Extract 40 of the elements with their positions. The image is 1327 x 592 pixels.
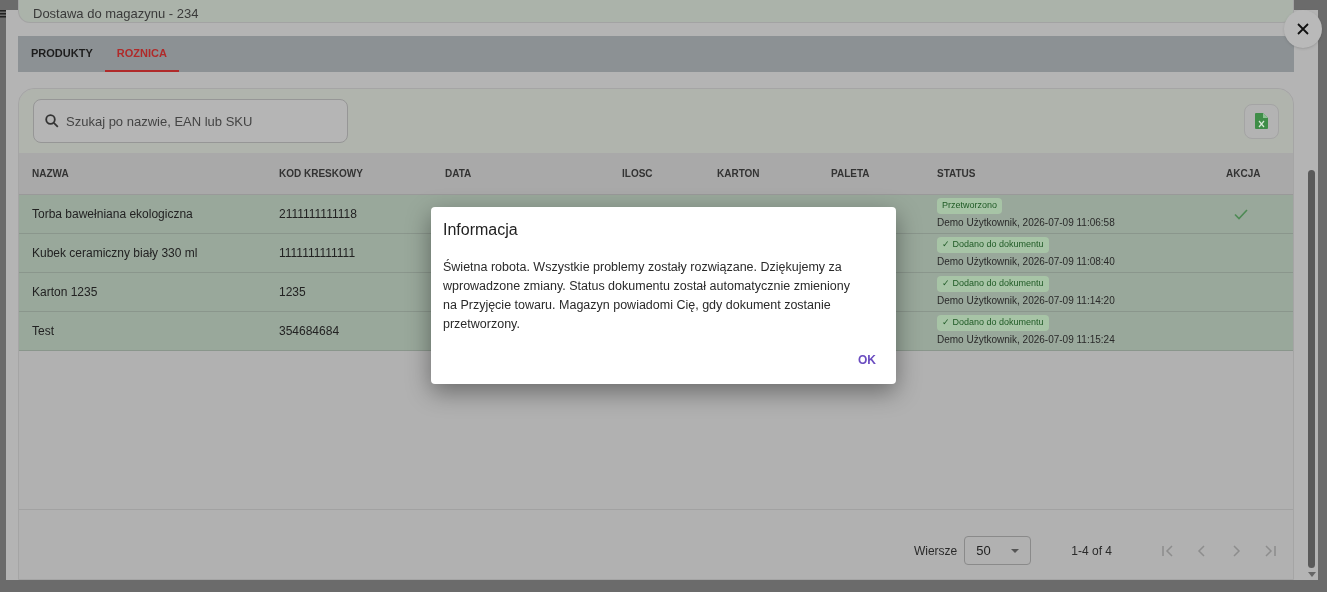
column-header: DATA (445, 167, 473, 181)
status-detail: Demo Użytkownik, 2026-07-09 11:15:24 (937, 332, 1115, 347)
status-tag: ✓ Dodano do dokumentu (937, 276, 1049, 292)
column-header: PALETA (831, 167, 871, 181)
table-cell-text: Torba bawełniana ekologiczna (32, 206, 194, 223)
table-cell-text: 1111111111111 (279, 245, 357, 262)
close-icon (1297, 23, 1309, 35)
status-detail: Demo Użytkownik, 2026-07-09 11:06:58 (937, 215, 1115, 230)
table-cell-text: 2111111111118 (279, 206, 358, 223)
status-tag: ✓ Dodano do dokumentu (937, 315, 1049, 331)
dialog-message: Świetna robota. Wszystkie problemy zostały rozwiązane. Dziękujemy za wprowadzone zmiany. Status dokumentu został automatycznie zmieniony na Przyjęcie towaru. Magazyn powiadomi Cię, gdy dokument zostanie przetworzony. (443, 258, 851, 333)
document-title: Dostawa do magazynu - 234 (33, 7, 199, 21)
menu-icon[interactable] (0, 10, 6, 18)
status-tag: Przetworzono (937, 198, 1003, 214)
table-cell-text: Kubek ceramiczny biały 330 ml (32, 245, 199, 262)
search-icon (45, 114, 59, 128)
status-detail: Demo Użytkownik, 2026-07-09 11:08:40 (937, 254, 1115, 269)
column-header: ILOSC (622, 167, 654, 181)
table-cell-text: Test (32, 323, 55, 340)
dialog-title: Informacja (443, 220, 519, 240)
ok-button[interactable]: OK (850, 346, 884, 374)
column-header: STATUS (937, 167, 977, 181)
table-cell-text: Karton 1235 (32, 284, 99, 301)
column-header: NAZWA (32, 167, 70, 181)
status-tag: ✓ Dodano do dokumentu (937, 237, 1049, 253)
rows-label: Wiersze (913, 542, 958, 560)
dropdown-caret-icon (1011, 548, 1020, 553)
tab[interactable]: PRODUKTY (31, 36, 93, 72)
status-detail: Demo Użytkownik, 2026-07-09 11:14:20 (937, 293, 1115, 308)
excel-export-button[interactable] (1244, 103, 1279, 139)
table-cell-text: 354684684 (279, 323, 341, 340)
page-range: 1-4 of 4 (1071, 542, 1112, 560)
rows-per-page-select[interactable]: 50 (964, 536, 1032, 565)
search-field[interactable]: Szukaj po nazwie, EAN lub SKU (33, 99, 348, 143)
column-header: KARTON (717, 167, 761, 181)
spreadsheet-file-icon (1255, 113, 1268, 129)
column-header: KOD KRESKOWY (279, 167, 364, 181)
table-cell-text: 1235 (279, 284, 307, 301)
scrollbar-thumb[interactable] (1308, 170, 1315, 568)
scroll-down-icon[interactable] (1307, 572, 1316, 577)
